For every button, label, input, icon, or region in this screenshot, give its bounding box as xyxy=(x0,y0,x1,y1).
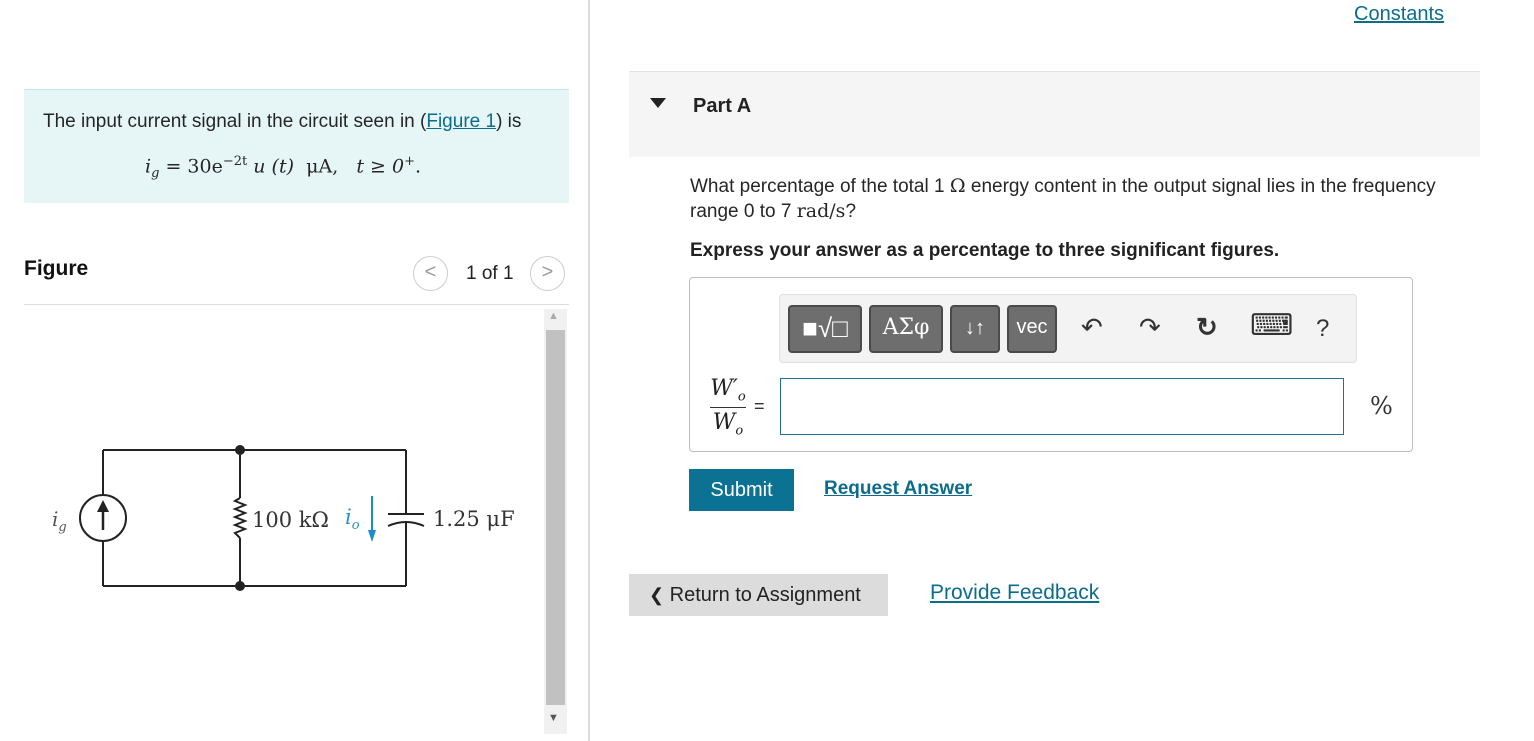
answer-variable-fraction: W′o Wo xyxy=(710,376,746,439)
vector-button[interactable]: vec xyxy=(1007,305,1057,353)
question-ohm: Ω xyxy=(949,175,966,197)
question-end: ? xyxy=(845,201,857,222)
figure-divider xyxy=(24,304,569,305)
input-current-formula: ig = 30e−2t u (t) μA, t ≥ 0+. xyxy=(145,154,421,181)
chevron-left-icon: < xyxy=(424,261,437,283)
up-arrow-icon xyxy=(97,500,109,512)
answer-input[interactable] xyxy=(780,378,1344,435)
redo-icon[interactable]: ↷ xyxy=(1139,312,1161,343)
fraction-denominator: Wo xyxy=(712,410,744,439)
formula-sub: g xyxy=(151,166,160,182)
down-arrow-icon xyxy=(368,530,376,542)
formula-coef: 30e xyxy=(187,155,223,178)
answer-instruction: Express your answer as a percentage to t… xyxy=(690,240,1280,261)
formula-unit: μA, xyxy=(306,155,339,178)
up-down-arrows-icon: ↓↑ xyxy=(965,317,985,339)
capacitor-label: 1.25 μF xyxy=(433,507,515,531)
keyboard-icon[interactable]: ⌨ xyxy=(1250,308,1293,343)
templates-icon: ■√□ xyxy=(802,313,848,343)
figure-page-count: 1 of 1 xyxy=(466,263,514,284)
chevron-right-icon: > xyxy=(541,261,554,283)
request-answer-link[interactable]: Request Answer xyxy=(824,478,972,500)
submit-button[interactable]: Submit xyxy=(689,469,794,511)
caret-down-icon[interactable] xyxy=(650,98,666,108)
formula-condition: t ≥ 0 xyxy=(356,155,405,178)
source-label: ig xyxy=(52,507,67,535)
formula-condition-sup: + xyxy=(404,154,415,169)
question-unit: rad/s xyxy=(796,200,846,222)
intro-text-after: ) is xyxy=(496,111,522,132)
top-node xyxy=(235,445,245,455)
part-a-title[interactable]: Part A xyxy=(693,95,751,118)
scroll-up-arrow-icon[interactable]: ▲ xyxy=(548,310,559,322)
undo-icon[interactable]: ↶ xyxy=(1081,312,1103,343)
greek-icon: ΑΣφ xyxy=(882,315,930,340)
help-icon[interactable]: ? xyxy=(1316,315,1329,343)
formula-equals: = xyxy=(165,155,182,178)
previous-figure-button[interactable]: < xyxy=(413,256,448,291)
circuit-diagram: ig 100 kΩ io 1.25 μF xyxy=(52,445,515,591)
equals-sign: = xyxy=(754,396,765,416)
return-label: Return to Assignment xyxy=(669,584,861,606)
greek-symbols-button[interactable]: ΑΣφ xyxy=(869,305,943,353)
figure-1-link[interactable]: Figure 1 xyxy=(426,111,496,132)
return-to-assignment-button[interactable]: ❮ Return to Assignment xyxy=(629,574,888,616)
formula-exponent: −2t xyxy=(222,154,248,169)
formula-period: . xyxy=(415,155,422,178)
intro-text-before: The input current signal in the circuit … xyxy=(43,111,427,132)
figure-scrollbar-thumb[interactable] xyxy=(546,330,565,705)
question-text: What percentage of the total 1 Ω energy … xyxy=(690,174,1480,224)
pane-divider[interactable] xyxy=(588,0,590,741)
constants-link[interactable]: Constants xyxy=(1354,3,1444,26)
reset-icon[interactable]: ↻ xyxy=(1196,312,1218,343)
figure-title: Figure xyxy=(24,257,89,280)
question-part-1: What percentage of the total 1 xyxy=(690,176,950,197)
problem-statement-box xyxy=(24,89,569,203)
scroll-down-arrow-icon[interactable]: ▼ xyxy=(548,712,559,724)
templates-button[interactable]: ■√□ xyxy=(788,305,862,353)
resistor-label: 100 kΩ xyxy=(252,508,329,532)
percent-unit: % xyxy=(1370,392,1393,420)
arrows-button[interactable]: ↓↑ xyxy=(950,305,1000,353)
formula-func: u (t) xyxy=(253,155,295,178)
part-a-header[interactable] xyxy=(629,71,1480,157)
next-figure-button[interactable]: > xyxy=(530,256,565,291)
bottom-node xyxy=(235,581,245,591)
problem-intro: The input current signal in the circuit … xyxy=(43,111,521,133)
provide-feedback-link[interactable]: Provide Feedback xyxy=(930,581,1099,605)
chevron-left-icon: ❮ xyxy=(649,585,665,605)
vec-icon: vec xyxy=(1016,316,1048,338)
output-current-label: io xyxy=(345,505,360,533)
fraction-numerator: W′o xyxy=(710,376,746,405)
